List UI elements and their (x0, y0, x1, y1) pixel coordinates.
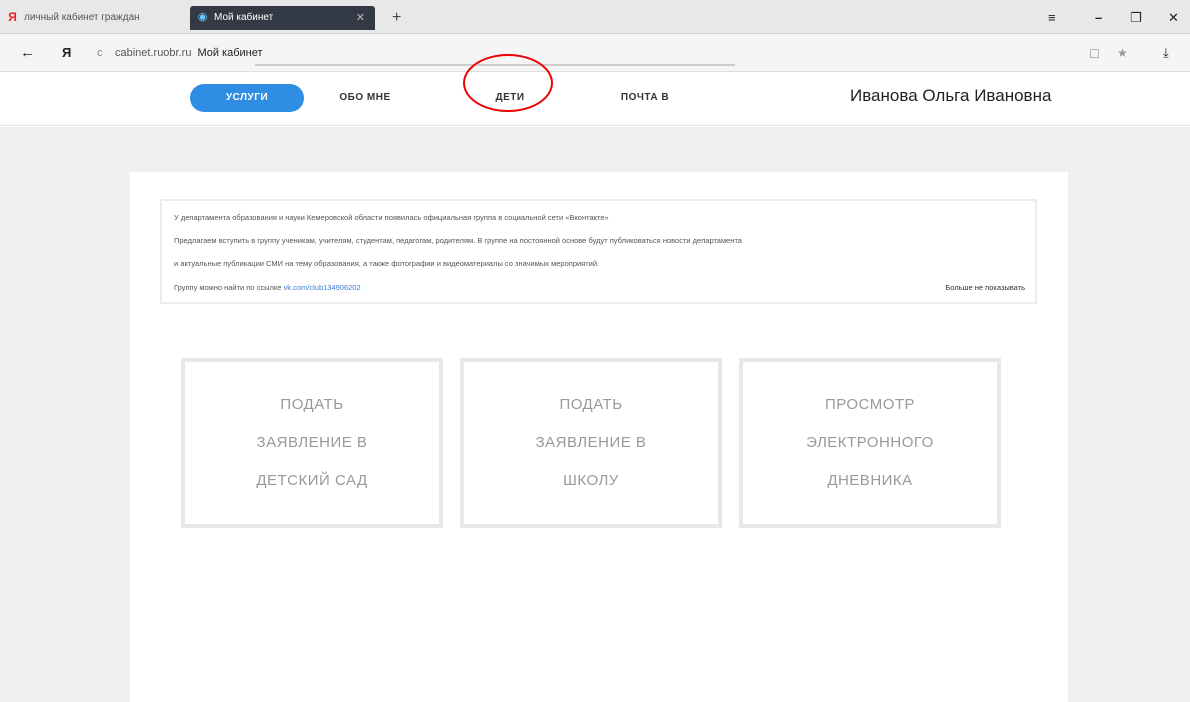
card-line: ПОДАТЬ (280, 396, 344, 413)
tab-label: личный кабинет граждан (24, 12, 140, 23)
card-label: ПОДАТЬ ЗАЯВЛЕНИЕ В ШКОЛУ (536, 386, 647, 500)
back-arrow-icon[interactable]: ← (20, 34, 35, 72)
yandex-icon: Я (8, 10, 17, 24)
minimize-icon[interactable]: – (1095, 6, 1102, 30)
notice-line-3: и актуальные публикации СМИ на тему обра… (174, 259, 600, 268)
refresh-icon[interactable]: c (97, 34, 103, 72)
card-kindergarten-application[interactable]: ПОДАТЬ ЗАЯВЛЕНИЕ В ДЕТСКИЙ САД (181, 358, 443, 528)
nav-mail[interactable]: ПОЧТА В (600, 84, 690, 112)
card-line: ДНЕВНИКА (827, 472, 913, 489)
address-bar: ← Я c cabinet.ruobr.ru Мой кабинет □ ★ ⤓ (0, 34, 1190, 72)
card-line: ЗАЯВЛЕНИЕ В (535, 434, 647, 451)
site-icon: ◉ (197, 11, 208, 23)
card-line: ЭЛЕКТРОННОГО (806, 434, 934, 451)
tab-my-cabinet[interactable]: ◉ Мой кабинет ✕ (190, 6, 375, 30)
close-tab-icon[interactable]: ✕ (356, 6, 365, 30)
highlight-circle (463, 54, 553, 112)
user-name[interactable]: Иванова Ольга Ивановна (850, 81, 1051, 111)
nav-about-me[interactable]: ОБО МНЕ (320, 84, 410, 112)
bookmark-star-icon[interactable]: ★ (1117, 34, 1128, 72)
yandex-home-icon[interactable]: Я (62, 34, 71, 72)
download-icon[interactable]: ⤓ (1163, 34, 1169, 72)
nav-services[interactable]: УСЛУГИ (190, 84, 304, 112)
url-field[interactable]: cabinet.ruobr.ru Мой кабинет (115, 43, 263, 63)
notice-link-prefix: Группу можно найти по ссылке (174, 283, 282, 292)
reader-mode-icon[interactable]: □ (1090, 34, 1098, 72)
notice-box: У департамента образования и науки Кемер… (160, 199, 1037, 304)
new-tab-button[interactable]: + (392, 6, 401, 30)
card-line: ПОДАТЬ (559, 396, 623, 413)
card-school-application[interactable]: ПОДАТЬ ЗАЯВЛЕНИЕ В ШКОЛУ (460, 358, 722, 528)
card-line: ДЕТСКИЙ САД (256, 472, 368, 489)
url-text: cabinet.ruobr.ru (115, 47, 192, 59)
card-line: ШКОЛУ (563, 472, 619, 489)
close-window-icon[interactable]: ✕ (1168, 6, 1179, 30)
restore-icon[interactable]: ❐ (1130, 6, 1142, 30)
tab-personal-cabinet[interactable]: Я личный кабинет граждан (0, 6, 185, 30)
card-line: ПРОСМОТР (824, 396, 916, 413)
page-title-text: Мой кабинет (197, 47, 263, 59)
card-electronic-diary[interactable]: ПРОСМОТР ЭЛЕКТРОННОГО ДНЕВНИКА (739, 358, 1001, 528)
notice-line-1: У департамента образования и науки Кемер… (174, 213, 609, 222)
notice-line-2: Предлагаем вступить в группу ученикам, у… (174, 236, 742, 245)
card-label: ПОДАТЬ ЗАЯВЛЕНИЕ В ДЕТСКИЙ САД (256, 386, 367, 500)
tab-label: Мой кабинет (214, 12, 274, 23)
dismiss-notice-button[interactable]: Больше не показывать (945, 282, 1025, 294)
site-header: УСЛУГИ ОБО МНЕ ДЕТИ ПОЧТА В Иванова Ольг… (0, 73, 1190, 126)
browser-tab-bar: Я личный кабинет граждан ◉ Мой кабинет ✕… (0, 0, 1190, 34)
vk-group-link[interactable]: vk.com/club134906202 (284, 283, 361, 292)
menu-icon[interactable]: ≡ (1048, 6, 1056, 30)
card-label: ПРОСМОТР ЭЛЕКТРОННОГО ДНЕВНИКА (806, 386, 934, 500)
card-line: ЗАЯВЛЕНИЕ В (256, 434, 368, 451)
notice-line-4: Группу можно найти по ссылке vk.com/club… (174, 282, 361, 294)
